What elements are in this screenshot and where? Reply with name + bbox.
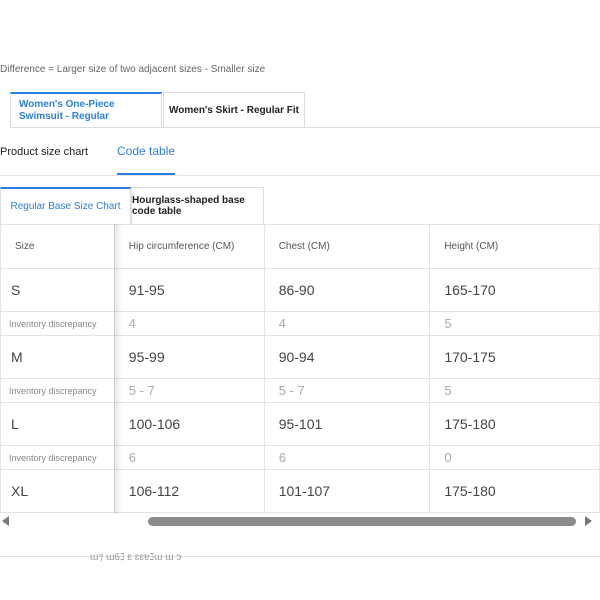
tab-code-table[interactable]: Code table [117, 144, 175, 158]
tab-womens-one-piece-swimsuit[interactable]: Women's One-Piece Swimsuit - Regular [10, 92, 162, 128]
base-chart-tabs: Regular Base Size Chart Hourglass-shaped… [0, 187, 264, 225]
size-cell: M [0, 335, 115, 379]
header-size: Size [0, 224, 115, 269]
size-cell: L [0, 402, 115, 446]
hip-cell: 106-112 [113, 469, 265, 513]
tab-product-size-chart[interactable]: Product size chart [0, 146, 88, 158]
size-difference-note: Difference = Larger size of two adjacent… [0, 64, 266, 75]
footer-text: ɯ⁊ ɯ6ℷ ɛ ɛɛɐℷɯ ɯ ɔ [90, 552, 182, 563]
table-row: Inventory discrepancy 4 4 5 [0, 311, 600, 336]
table-row: Inventory discrepancy 6 6 0 [0, 445, 600, 470]
horizontal-scrollbar[interactable] [0, 514, 600, 528]
header-height: Height (CM) [429, 224, 600, 269]
product-tabs-divider [10, 127, 600, 128]
product-tabs: Women's One-Piece Swimsuit - Regular Wom… [10, 92, 305, 128]
chest-cell: 95-101 [263, 402, 431, 446]
size-cell: XL [0, 469, 115, 513]
hip-cell: 4 [113, 311, 265, 336]
chest-cell: 5 - 7 [263, 378, 431, 403]
height-cell: 165-170 [429, 268, 600, 312]
height-cell: 5 [429, 378, 600, 403]
sub-tabs-divider [0, 175, 600, 176]
tab-hourglass-base-code-table[interactable]: Hourglass-shaped base code table [131, 187, 264, 225]
table-header-row: Size Hip circumference (CM) Chest (CM) H… [0, 224, 600, 269]
height-cell: 175-180 [429, 402, 600, 446]
size-table: Size Hip circumference (CM) Chest (CM) H… [0, 224, 600, 513]
tab-regular-base-size-chart[interactable]: Regular Base Size Chart [0, 187, 131, 225]
header-chest: Chest (CM) [263, 224, 431, 269]
table-row: XL 106-112 101-107 175-180 [0, 469, 600, 513]
sticky-column-shadow [114, 224, 122, 514]
scrollbar-thumb[interactable] [148, 517, 576, 526]
discrepancy-label: Inventory discrepancy [0, 311, 115, 336]
table-row: L 100-106 95-101 175-180 [0, 402, 600, 446]
hip-cell: 100-106 [113, 402, 265, 446]
hip-cell: 91-95 [113, 268, 265, 312]
table-row: Inventory discrepancy 5 - 7 5 - 7 5 [0, 378, 600, 403]
hip-cell: 5 - 7 [113, 378, 265, 403]
height-cell: 175-180 [429, 469, 600, 513]
table-row: M 95-99 90-94 170-175 [0, 335, 600, 379]
size-table-scroll-area[interactable]: Size Hip circumference (CM) Chest (CM) H… [0, 224, 600, 514]
height-cell: 5 [429, 311, 600, 336]
scroll-right-icon[interactable] [585, 516, 592, 526]
discrepancy-label: Inventory discrepancy [0, 445, 115, 470]
chest-cell: 4 [263, 311, 431, 336]
table-row: S 91-95 86-90 165-170 [0, 268, 600, 312]
chest-cell: 90-94 [263, 335, 431, 379]
header-hip: Hip circumference (CM) [113, 224, 265, 269]
scroll-left-icon[interactable] [2, 516, 9, 526]
chest-cell: 86-90 [263, 268, 431, 312]
size-cell: S [0, 268, 115, 312]
height-cell: 170-175 [429, 335, 600, 379]
tab-womens-skirt[interactable]: Women's Skirt - Regular Fit [163, 92, 305, 128]
chest-cell: 6 [263, 445, 431, 470]
hip-cell: 95-99 [113, 335, 265, 379]
height-cell: 0 [429, 445, 600, 470]
discrepancy-label: Inventory discrepancy [0, 378, 115, 403]
hip-cell: 6 [113, 445, 265, 470]
chest-cell: 101-107 [263, 469, 431, 513]
